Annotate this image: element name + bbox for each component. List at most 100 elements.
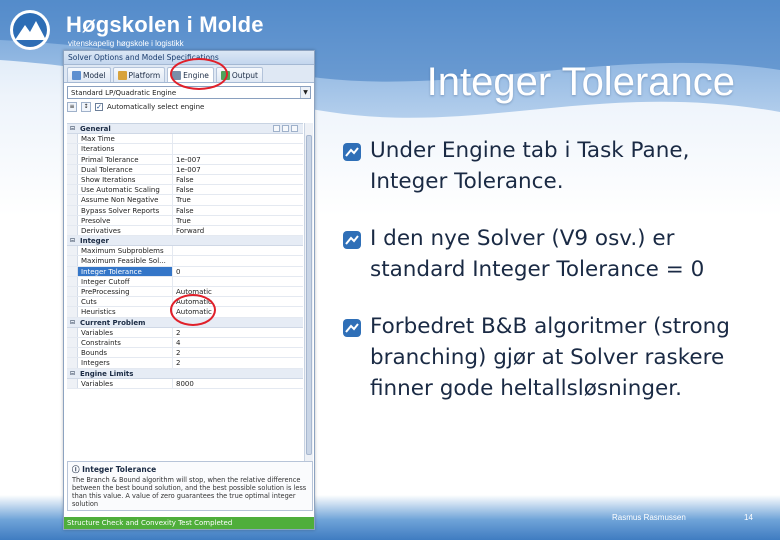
property-value[interactable] (173, 134, 303, 143)
row-gutter (67, 164, 78, 174)
property-value[interactable] (173, 277, 303, 286)
row-gutter (67, 358, 78, 368)
row-gutter (67, 378, 78, 388)
property-row[interactable]: Derivatives Forward (67, 225, 303, 237)
property-value[interactable] (173, 256, 303, 265)
property-name: Integer Cutoff (78, 276, 173, 286)
row-gutter (67, 185, 78, 195)
logo-name: Høgskolen i Molde (66, 12, 264, 37)
property-value[interactable]: False (173, 175, 303, 184)
category-header[interactable]: ⊟ General (67, 124, 303, 135)
property-value[interactable]: False (173, 185, 303, 194)
property-row[interactable]: Max Time (67, 134, 303, 145)
collapse-icon[interactable]: ⊟ (67, 369, 78, 378)
property-row[interactable]: Maximum Feasible Sol... (67, 256, 303, 267)
property-row[interactable]: Variables 8000 (67, 378, 303, 389)
collapse-icon[interactable]: ⊟ (67, 318, 78, 327)
property-value[interactable]: 2 (173, 358, 303, 367)
property-row[interactable]: Integer Cutoff (67, 276, 303, 287)
collapse-icon[interactable]: ⊟ (67, 124, 78, 133)
logo: Høgskolen i Molde vitenskapelig høgskole… (8, 8, 308, 52)
property-name: Maximum Feasible Sol... (78, 256, 173, 266)
property-name: Variables (78, 327, 173, 337)
property-name: Derivatives (78, 225, 173, 236)
bullet-icon (343, 231, 361, 249)
category-header[interactable]: ⊟ Engine Limits (67, 368, 303, 379)
row-gutter (67, 205, 78, 215)
bullet-text: I den nye Solver (V9 osv.) er standard I… (370, 226, 705, 282)
property-row[interactable]: Variables 2 (67, 327, 303, 338)
view-toggle-icon[interactable] (273, 125, 280, 133)
view-toggle-icon[interactable] (282, 125, 289, 133)
property-name: Assume Non Negative (78, 195, 173, 205)
grid-toolbar: ≡ ↕ ✓ Automatically select engine (64, 99, 314, 115)
tab-model[interactable]: Model (67, 67, 111, 82)
property-name: Integer Tolerance (78, 266, 173, 276)
property-row[interactable]: Maximum Subproblems (67, 246, 303, 257)
property-value[interactable]: True (173, 195, 303, 204)
property-row[interactable]: Show Iterations False (67, 174, 303, 186)
bullet-icon (343, 319, 361, 337)
property-row[interactable]: Assume Non Negative True (67, 195, 303, 206)
row-gutter (67, 337, 78, 348)
bullet-item: I den nye Solver (V9 osv.) er standard I… (342, 223, 762, 285)
slide-title: Integer Tolerance (426, 60, 735, 104)
platform-icon (117, 70, 127, 80)
category-name: Engine Limits (80, 369, 134, 378)
category-header[interactable]: ⊟ Integer (67, 236, 303, 247)
property-name: Variables (78, 378, 173, 388)
bullet-text: Forbedret B&B algoritmer (strong branchi… (370, 314, 730, 401)
property-value[interactable]: False (173, 206, 303, 215)
property-row[interactable]: Iterations (67, 144, 303, 155)
property-row[interactable]: Constraints 4 (67, 337, 303, 349)
property-row[interactable]: Bounds 2 (67, 348, 303, 359)
property-row[interactable]: Presolve True (67, 215, 303, 226)
row-gutter (67, 174, 78, 185)
property-name: Bypass Solver Reports (78, 205, 173, 215)
property-value[interactable] (173, 144, 303, 153)
view-toggle-icon[interactable] (291, 125, 298, 133)
property-value[interactable]: 0 (173, 267, 303, 276)
property-row[interactable]: Use Automatic Scaling False (67, 185, 303, 196)
property-value[interactable]: 2 (173, 348, 303, 357)
model-icon (72, 70, 81, 80)
tab-label: Platform (128, 70, 161, 80)
collapse-icon[interactable]: ⊟ (67, 236, 78, 245)
property-row[interactable]: Integers 2 (67, 358, 303, 369)
chevron-down-icon[interactable]: ▼ (300, 87, 310, 98)
property-value[interactable]: 1e-007 (173, 155, 303, 164)
row-gutter (67, 287, 78, 297)
property-value[interactable] (173, 246, 303, 255)
tab-platform[interactable]: Platform (112, 67, 166, 82)
property-value[interactable]: 4 (173, 338, 303, 347)
description-panel: ⓘ Integer Tolerance The Branch & Bound a… (67, 461, 313, 511)
scrollbar-thumb[interactable] (306, 135, 312, 455)
description-title: ⓘ Integer Tolerance (72, 464, 308, 475)
sort-categorized-icon[interactable]: ≡ (67, 102, 77, 112)
property-name: Integers (78, 358, 173, 368)
property-row[interactable]: Dual Tolerance 1e-007 (67, 164, 303, 175)
property-name: Iterations (78, 144, 173, 154)
property-name: Primal Tolerance (78, 154, 173, 164)
property-value[interactable]: 1e-007 (173, 165, 303, 174)
row-gutter (67, 215, 78, 225)
category-name: General (80, 125, 111, 133)
property-row[interactable]: Primal Tolerance 1e-007 (67, 154, 303, 165)
sort-alphabetical-icon[interactable]: ↕ (81, 102, 91, 112)
row-gutter (67, 134, 78, 144)
property-row[interactable]: Integer Tolerance 0 (67, 266, 303, 277)
property-value[interactable]: 8000 (173, 379, 303, 388)
property-row[interactable]: Bypass Solver Reports False (67, 205, 303, 216)
description-title-text: Integer Tolerance (82, 465, 157, 474)
grid-scrollbar[interactable] (304, 123, 313, 508)
property-value[interactable]: True (173, 216, 303, 225)
auto-select-checkbox[interactable]: ✓ (95, 103, 103, 111)
property-name: Show Iterations (78, 174, 173, 185)
property-name: Presolve (78, 215, 173, 225)
property-value[interactable]: 2 (173, 328, 303, 337)
row-gutter (67, 307, 78, 317)
property-name: Dual Tolerance (78, 164, 173, 174)
property-grid: ⊟ General Max Time Iterations Primal Toleran… (67, 123, 303, 389)
auto-select-label: Automatically select engine (107, 103, 205, 111)
property-value[interactable]: Forward (173, 226, 303, 235)
